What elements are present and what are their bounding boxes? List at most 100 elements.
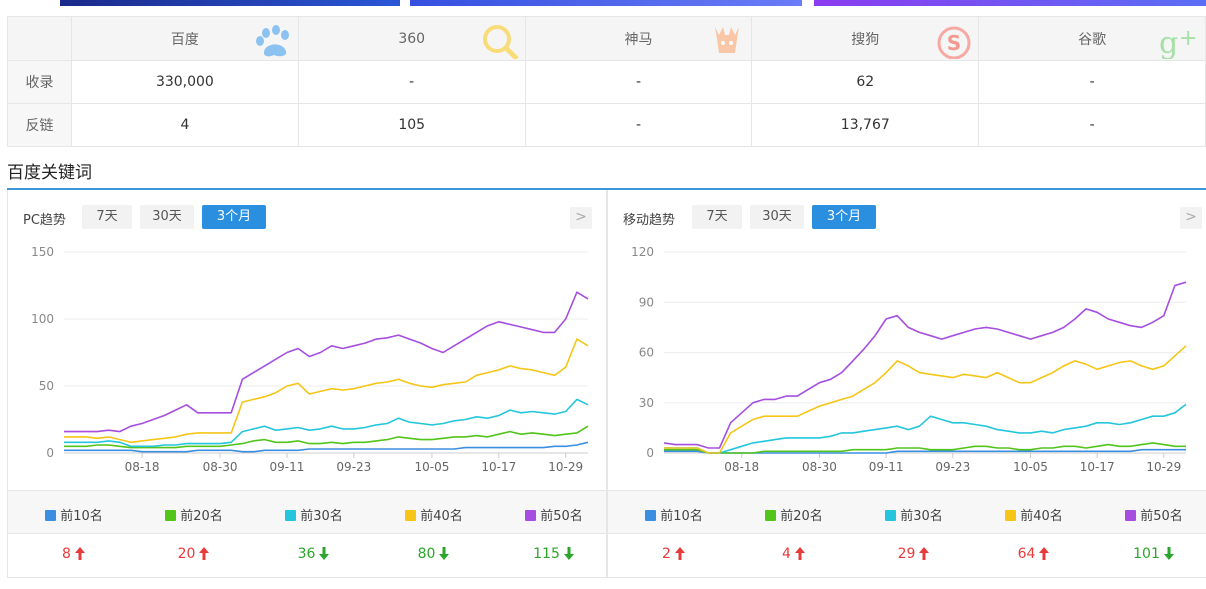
backlink-row: 反链 4 105 - 13,767 - — [7, 103, 1206, 147]
engine-header-shenma: 神马 — [524, 16, 753, 61]
svg-text:g: g — [1159, 26, 1178, 59]
stat-number: 4 — [782, 546, 791, 562]
series-line-4[interactable] — [664, 345, 1187, 454]
range-30d-button[interactable]: 30天 — [140, 205, 194, 229]
stat-number: 101 — [1133, 546, 1160, 562]
legend-item-top10[interactable]: 前10名 — [14, 505, 134, 524]
banner-segment[interactable] — [814, 0, 1206, 6]
cell-value: - — [524, 103, 753, 147]
legend-label: 前30名 — [300, 509, 343, 524]
legend-item-top10[interactable]: 前10名 — [614, 505, 734, 524]
y-tick-label: 50 — [39, 379, 54, 393]
x-tick-label: 09-11 — [869, 460, 904, 474]
sogou-s-icon: S — [937, 26, 971, 59]
mobile-trend-panel: 移动趋势 7天 30天 3个月 > 0 30 60 90 120 08-18 08-30 09… — [607, 190, 1206, 578]
legend-item-top20[interactable]: 前20名 — [734, 505, 854, 524]
cell-value: 13,767 — [751, 103, 980, 147]
x-tick-label: 08-18 — [724, 460, 759, 474]
mobile-legend: 前10名 前20名 前30名 前40名 前50名 — [608, 490, 1206, 534]
engine-name: 谷歌 — [1078, 31, 1107, 48]
corner-cell — [7, 16, 72, 61]
y-tick-label: 150 — [31, 245, 54, 259]
panel-header: PC趋势 7天 30天 3个月 > — [8, 205, 606, 229]
engine-name: 搜狗 — [851, 31, 880, 48]
engine-header-sogou: 搜狗 S — [751, 16, 980, 61]
index-count-row: 收录 330,000 - - 62 - — [7, 60, 1206, 104]
stat-value-2: 20 — [134, 546, 254, 562]
stat-value-5: 101 — [1094, 546, 1206, 562]
row-label: 反链 — [7, 103, 72, 147]
svg-text:+: + — [1179, 26, 1197, 51]
pc-stats-row: 8 20 36 80 115 — [8, 534, 606, 577]
arrow-down-icon — [319, 547, 330, 560]
stat-number: 115 — [533, 546, 560, 562]
x-tick-label: 09-23 — [935, 460, 970, 474]
engine-header-baidu: 百度 — [71, 16, 299, 61]
google-plus-icon: g + — [1159, 26, 1197, 59]
engine-header-google: 谷歌 g + — [978, 16, 1206, 61]
panel-header: 移动趋势 7天 30天 3个月 > — [608, 205, 1206, 229]
stat-number: 80 — [417, 546, 436, 562]
legend-label: 前20名 — [180, 509, 223, 524]
cell-value: - — [978, 103, 1206, 147]
stat-number: 36 — [297, 546, 316, 562]
arrow-down-icon — [439, 547, 450, 560]
banner-segment[interactable] — [60, 0, 400, 6]
mobile-trend-chart: 0 30 60 90 120 08-18 08-30 09-11 09-23 10-05 10-17… — [631, 245, 1187, 474]
x-tick-label: 10-17 — [1080, 460, 1115, 474]
stat-number: 20 — [177, 546, 196, 562]
engine-name: 360 — [398, 30, 426, 47]
legend-item-top20[interactable]: 前20名 — [134, 505, 254, 524]
engine-header-360: 360 — [297, 16, 526, 61]
cell-value: 330,000 — [71, 60, 299, 104]
stat-number: 64 — [1017, 546, 1036, 562]
x-tick-label: 08-30 — [802, 460, 837, 474]
stat-number: 29 — [897, 546, 916, 562]
arrow-down-icon — [1163, 547, 1174, 560]
arrow-up-icon — [794, 547, 805, 560]
chevron-right-icon[interactable]: > — [570, 207, 592, 229]
engine-header-row: 百度 360 神马 搜狗 S 谷歌 g + — [7, 16, 1206, 61]
legend-item-top30[interactable]: 前30名 — [254, 505, 374, 524]
legend-item-top40[interactable]: 前40名 — [974, 505, 1094, 524]
chevron-right-icon[interactable]: > — [1180, 207, 1202, 229]
cell-value: - — [524, 60, 753, 104]
y-tick-label: 0 — [646, 446, 654, 460]
series-line-2[interactable] — [64, 425, 589, 449]
range-7d-button[interactable]: 7天 — [692, 205, 742, 229]
x-tick-label: 09-11 — [270, 460, 305, 474]
legend-item-top30[interactable]: 前30名 — [854, 505, 974, 524]
x-tick-label: 10-17 — [481, 460, 516, 474]
cell-value: 105 — [297, 103, 526, 147]
legend-item-top40[interactable]: 前40名 — [374, 505, 494, 524]
paw-icon — [255, 25, 289, 57]
x-tick-label: 10-29 — [1146, 460, 1181, 474]
legend-label: 前50名 — [1140, 509, 1183, 524]
svg-text:S: S — [947, 31, 961, 55]
y-tick-label: 30 — [639, 396, 654, 410]
arrow-up-icon — [919, 547, 930, 560]
stat-value-2: 4 — [734, 546, 854, 562]
range-30d-button[interactable]: 30天 — [750, 205, 804, 229]
stat-number: 8 — [62, 546, 71, 562]
stat-value-5: 115 — [494, 546, 614, 562]
range-3m-button[interactable]: 3个月 — [202, 205, 266, 229]
section-title: 百度关键词 — [7, 163, 92, 183]
legend-item-top50[interactable]: 前50名 — [1094, 505, 1206, 524]
top-banner — [0, 0, 1206, 6]
stat-value-4: 64 — [974, 546, 1094, 562]
legend-item-top50[interactable]: 前50名 — [494, 505, 614, 524]
range-3m-button[interactable]: 3个月 — [812, 205, 876, 229]
range-7d-button[interactable]: 7天 — [82, 205, 132, 229]
legend-label: 前40名 — [420, 509, 463, 524]
banner-segment[interactable] — [410, 0, 802, 6]
pc-trend-panel: PC趋势 7天 30天 3个月 > 0 50 100 150 08-18 08-30 09-… — [7, 190, 607, 578]
y-tick-label: 60 — [639, 346, 654, 360]
row-label: 收录 — [7, 60, 72, 104]
x-tick-label: 08-18 — [125, 460, 160, 474]
x-tick-label: 10-05 — [1013, 460, 1048, 474]
pc-legend: 前10名 前20名 前30名 前40名 前50名 — [8, 490, 606, 534]
stat-value-3: 36 — [254, 546, 374, 562]
legend-label: 前20名 — [780, 509, 823, 524]
stat-value-4: 80 — [374, 546, 494, 562]
